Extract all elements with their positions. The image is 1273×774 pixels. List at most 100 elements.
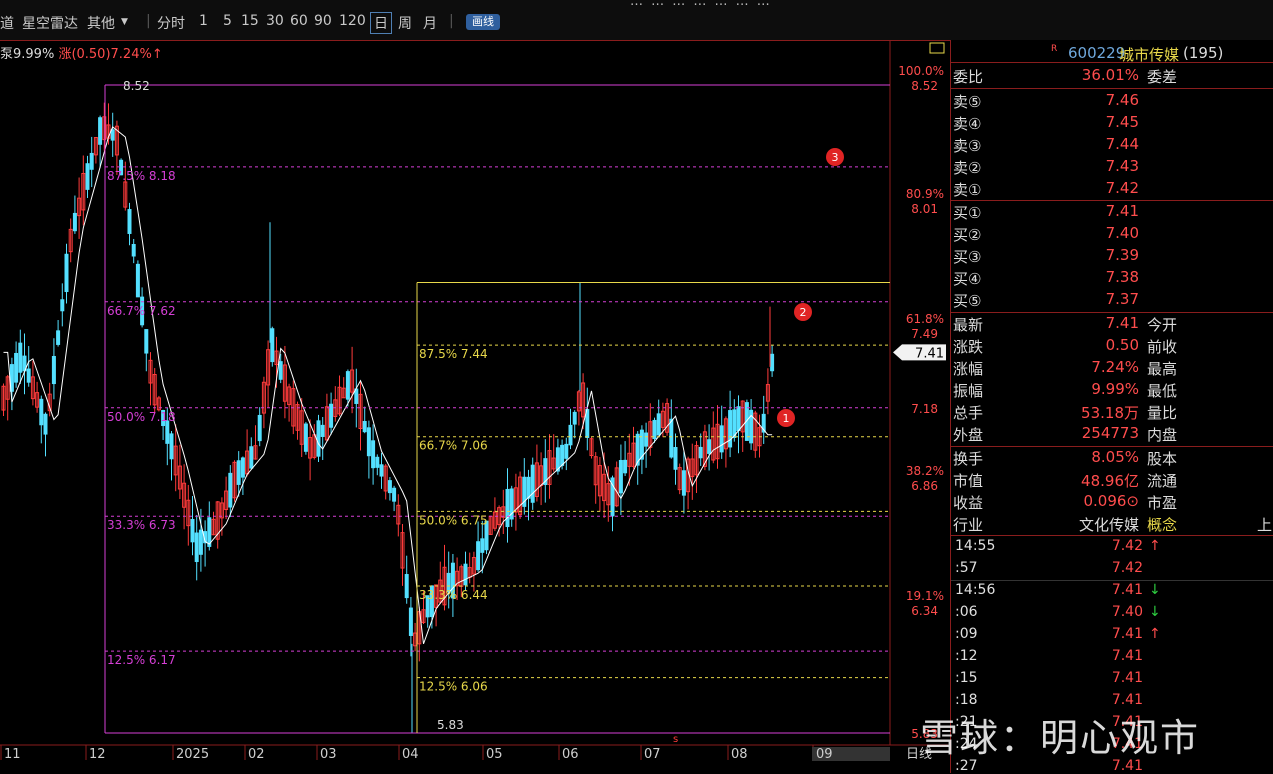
draw-line-button[interactable]: 画线 (466, 14, 500, 30)
current-price-label: 7.41 (915, 346, 944, 361)
stat-label: 换手 (953, 450, 984, 468)
bid-label: 买④ (953, 270, 982, 288)
stat-label: 最新 (953, 316, 984, 334)
bid-label: 买⑤ (953, 292, 982, 310)
stat-value: 8.05% (1091, 448, 1139, 466)
ask-label: 卖③ (953, 137, 982, 155)
period-1m[interactable]: 1 (199, 13, 208, 29)
period-30m[interactable]: 30 (266, 13, 284, 29)
period-month[interactable]: 月 (423, 13, 437, 33)
bid-price: 7.38 (1105, 268, 1139, 286)
tick-time: :09 (955, 626, 978, 642)
candle-body (240, 457, 245, 478)
axis-pct-label: 19.1% (906, 589, 944, 603)
candle-body (618, 460, 623, 494)
period-day[interactable]: 日 (370, 12, 392, 34)
stat-value: 7.41 (1105, 314, 1139, 332)
candle-body (719, 425, 724, 453)
fib-left-label: 50.0% 7.18 (107, 410, 176, 424)
candle-body (316, 420, 321, 457)
period-90m[interactable]: 90 (314, 13, 332, 29)
period-15m[interactable]: 15 (241, 13, 259, 29)
candle-body (362, 420, 367, 433)
candle-body (303, 423, 308, 452)
fib-right-label: 66.7% 7.06 (419, 439, 488, 453)
bid-price: 7.37 (1105, 290, 1139, 308)
period-60m[interactable]: 60 (290, 13, 308, 29)
candle-body (14, 352, 19, 383)
xaxis-tick-label: 07 (644, 747, 661, 762)
tick-price: 7.41 (1111, 692, 1143, 708)
period-120m[interactable]: 120 (339, 13, 366, 29)
axis-pct-label: 61.8% (906, 312, 944, 326)
axis-price-label: 6.86 (911, 479, 938, 493)
candle-body (194, 532, 199, 563)
stat-label: 市值 (953, 472, 984, 490)
xaxis-tick-label: 2025 (176, 747, 209, 762)
stat-label: 行业 (953, 516, 984, 534)
xaxis-tick-label: 02 (248, 747, 265, 762)
candle-body (190, 518, 195, 543)
candle-body (64, 253, 69, 293)
wc-label: 委差 (1147, 68, 1178, 86)
period-intraday[interactable]: 分时 (157, 13, 185, 33)
stat-value: 48.96亿 (1081, 472, 1139, 490)
candle-body (707, 439, 712, 454)
candle-body (72, 212, 77, 232)
tick-price: 7.42 (1111, 560, 1143, 576)
candle-body (736, 406, 741, 432)
axis-price-label: 8.52 (911, 79, 938, 93)
candle-body (476, 541, 481, 571)
period-5m[interactable]: 5 (223, 13, 232, 29)
candle-body (131, 244, 136, 257)
bid-price: 7.41 (1105, 202, 1139, 220)
period-week[interactable]: 周 (398, 13, 412, 33)
event-marker: s (673, 734, 678, 745)
bid-price: 7.39 (1105, 246, 1139, 264)
candle-body (89, 152, 94, 170)
stat-right-label: 量比 (1147, 404, 1178, 422)
stat-value: 7.24% (1091, 358, 1139, 376)
axis-price-label: 6.34 (911, 604, 938, 618)
candle-body (387, 480, 392, 494)
candle-body (270, 328, 275, 363)
divider (951, 200, 1273, 201)
toolbar: 道 星空雷达 其他 ▼ | 分时 1 5 15 30 60 90 120 日 周… (0, 0, 1273, 41)
fib-right-label: 50.0% 6.75 (419, 513, 488, 527)
stat-value: 0.50 (1105, 336, 1139, 354)
menu-item-other[interactable]: 其他 (87, 13, 115, 33)
fib-right-label: 87.5% 7.44 (419, 347, 488, 361)
candle-body (236, 460, 241, 485)
kline-chart[interactable]: 87.5% 8.18 66.7% 7.62 50.0% 7.18 33.3% 6.73… (0, 40, 948, 773)
candle-body (698, 446, 703, 459)
xaxis-tick-label: 06 (562, 747, 579, 762)
candle-body (228, 472, 233, 508)
axis-pct-label: 38.2% (906, 464, 944, 478)
stat-value: 0.096⊙ (1083, 492, 1139, 510)
top-tabs-fragment: … … … … … … … (630, 0, 772, 9)
candle-body (560, 444, 565, 466)
ask-price: 7.45 (1105, 113, 1139, 131)
menu-item-radar[interactable]: 星空雷达 (22, 13, 78, 33)
chevron-down-icon[interactable]: ▼ (121, 17, 128, 27)
ask-price: 7.43 (1105, 157, 1139, 175)
menu-item-dao[interactable]: 道 (0, 13, 14, 33)
axis-pct-label: 80.9% (906, 187, 944, 201)
candle-body (392, 487, 397, 502)
stat-right-label: 今开 (1147, 316, 1178, 334)
candle-body (463, 563, 468, 586)
fib-left-label: 12.5% 6.17 (107, 653, 176, 667)
candle-body (572, 411, 577, 425)
wb-label: 委比 (953, 68, 984, 86)
xaxis-tick-label: 12 (89, 747, 106, 762)
tick-time: 14:55 (955, 538, 996, 554)
stat-right-label: 概念 (1147, 516, 1178, 534)
axis-price-label: 7.49 (911, 327, 938, 341)
divider: | (449, 13, 454, 29)
amplitude-text: 泵9.99% (0, 47, 59, 62)
candle-body (135, 263, 140, 298)
stat-right-label: 股本 (1147, 450, 1178, 468)
divider (951, 62, 1273, 63)
ask-label: 卖④ (953, 115, 982, 133)
bid-label: 买③ (953, 248, 982, 266)
